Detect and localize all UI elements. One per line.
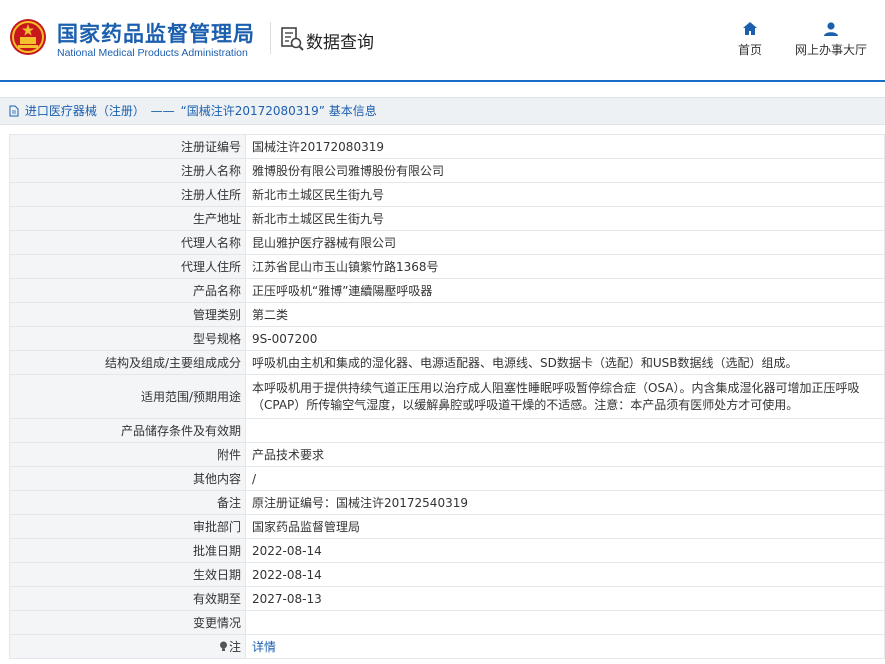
row-label: 备注 — [9, 490, 246, 515]
nav-home-label: 首页 — [737, 43, 762, 57]
table-row: 注册人住所 新北市土城区民生街九号 — [9, 182, 885, 207]
breadcrumb-current: “国械注许20172080319” 基本信息 — [180, 104, 377, 118]
table-row: 代理人住所 江苏省昆山市玉山镇紫竹路1368号 — [9, 254, 885, 279]
nav-home-link[interactable]: 首页 — [733, 20, 767, 58]
row-label: 结构及组成/主要组成成分 — [9, 350, 246, 375]
table-row: 其他内容 / — [9, 466, 885, 491]
row-label: 有效期至 — [9, 586, 246, 611]
data-query-title: 数据查询 — [306, 33, 374, 53]
row-value: 国械注许20172080319 — [245, 134, 885, 159]
table-row: 生效日期 2022-08-14 — [9, 562, 885, 587]
row-label: 型号规格 — [9, 326, 246, 351]
table-row: 注 详情 — [9, 634, 885, 659]
row-label: 生效日期 — [9, 562, 246, 587]
row-label: 适用范围/预期用途 — [9, 374, 246, 419]
details-link[interactable]: 详情 — [252, 640, 276, 654]
row-value: / — [245, 466, 885, 491]
row-value: 呼吸机由主机和集成的湿化器、电源适配器、电源线、SD数据卡（选配）和USB数据线… — [245, 350, 885, 375]
home-icon — [743, 22, 757, 35]
row-value: 雅博股份有限公司雅博股份有限公司 — [245, 158, 885, 183]
user-icon — [824, 22, 838, 36]
row-value — [245, 418, 885, 443]
row-label: 批准日期 — [9, 538, 246, 563]
header-divider — [270, 22, 271, 54]
document-icon — [9, 105, 19, 117]
lightbulb-icon — [219, 641, 227, 651]
table-row: 产品储存条件及有效期 — [9, 418, 885, 443]
row-value: 第二类 — [245, 302, 885, 327]
table-row: 产品名称 正压呼吸机“雅博”連續陽壓呼吸器 — [9, 278, 885, 303]
nav-online-office-label: 网上办事大厅 — [794, 43, 867, 57]
row-label: 代理人住所 — [9, 254, 246, 279]
row-value: 正压呼吸机“雅博”連續陽壓呼吸器 — [245, 278, 885, 303]
row-label: 代理人名称 — [9, 230, 246, 255]
registration-detail-table: 注册证编号 国械注许20172080319 注册人名称 雅博股份有限公司雅博股份… — [9, 134, 885, 659]
row-label: 注册人名称 — [9, 158, 246, 183]
row-value: 国家药品监督管理局 — [245, 514, 885, 539]
table-row: 注册人名称 雅博股份有限公司雅博股份有限公司 — [9, 158, 885, 183]
table-row: 代理人名称 昆山雅护医疗器械有限公司 — [9, 230, 885, 255]
row-value: 产品技术要求 — [245, 442, 885, 467]
row-label: 审批部门 — [9, 514, 246, 539]
data-search-icon — [281, 27, 304, 51]
breadcrumb-category-link[interactable]: 进口医疗器械（注册） — [25, 104, 145, 118]
row-value: 原注册证编号：国械注许20172540319 — [245, 490, 885, 515]
national-emblem-icon — [10, 19, 46, 55]
table-row: 型号规格 9S-007200 — [9, 326, 885, 351]
table-row: 管理类别 第二类 — [9, 302, 885, 327]
row-value: 2022-08-14 — [245, 538, 885, 563]
org-name-cn: 国家药品监督管理局 — [57, 22, 255, 46]
table-row: 生产地址 新北市土城区民生街九号 — [9, 206, 885, 231]
note-label: 注 — [228, 640, 241, 654]
row-value: 2027-08-13 — [245, 586, 885, 611]
row-value: 昆山雅护医疗器械有限公司 — [245, 230, 885, 255]
row-label: 其他内容 — [9, 466, 246, 491]
row-label: 产品名称 — [9, 278, 246, 303]
table-row: 附件 产品技术要求 — [9, 442, 885, 467]
row-value: 详情 — [245, 634, 885, 659]
table-row: 适用范围/预期用途 本呼吸机用于提供持续气道正压用以治疗成人阻塞性睡眠呼吸暂停综… — [9, 374, 885, 419]
breadcrumb-separator: —— — [150, 104, 175, 118]
row-label: 生产地址 — [9, 206, 246, 231]
table-row: 审批部门 国家药品监督管理局 — [9, 514, 885, 539]
table-row: 结构及组成/主要组成成分 呼吸机由主机和集成的湿化器、电源适配器、电源线、SD数… — [9, 350, 885, 375]
table-row: 有效期至 2027-08-13 — [9, 586, 885, 611]
row-label: 管理类别 — [9, 302, 246, 327]
row-label: 附件 — [9, 442, 246, 467]
row-value: 本呼吸机用于提供持续气道正压用以治疗成人阻塞性睡眠呼吸暂停综合症（OSA）。内含… — [245, 374, 885, 419]
site-header: 国家药品监督管理局 National Medical Products Admi… — [0, 0, 885, 82]
row-label: 注册人住所 — [9, 182, 246, 207]
row-label-note: 注 — [9, 634, 246, 659]
row-value — [245, 610, 885, 635]
table-row: 备注 原注册证编号：国械注许20172540319 — [9, 490, 885, 515]
row-value: 新北市土城区民生街九号 — [245, 206, 885, 231]
table-row: 变更情况 — [9, 610, 885, 635]
row-value: 2022-08-14 — [245, 562, 885, 587]
row-value: 江苏省昆山市玉山镇紫竹路1368号 — [245, 254, 885, 279]
table-row: 注册证编号 国械注许20172080319 — [9, 134, 885, 159]
row-label: 产品储存条件及有效期 — [9, 418, 246, 443]
nav-online-office-link[interactable]: 网上办事大厅 — [791, 20, 871, 58]
breadcrumb: 进口医疗器械（注册） —— “国械注许20172080319” 基本信息 — [0, 97, 885, 125]
row-value: 9S-007200 — [245, 326, 885, 351]
table-row: 批准日期 2022-08-14 — [9, 538, 885, 563]
row-value: 新北市土城区民生街九号 — [245, 182, 885, 207]
row-label: 变更情况 — [9, 610, 246, 635]
row-value-text: 本呼吸机用于提供持续气道正压用以治疗成人阻塞性睡眠呼吸暂停综合症（OSA）。内含… — [252, 380, 860, 412]
org-name-en: National Medical Products Administration — [57, 47, 248, 59]
row-label: 注册证编号 — [9, 134, 246, 159]
